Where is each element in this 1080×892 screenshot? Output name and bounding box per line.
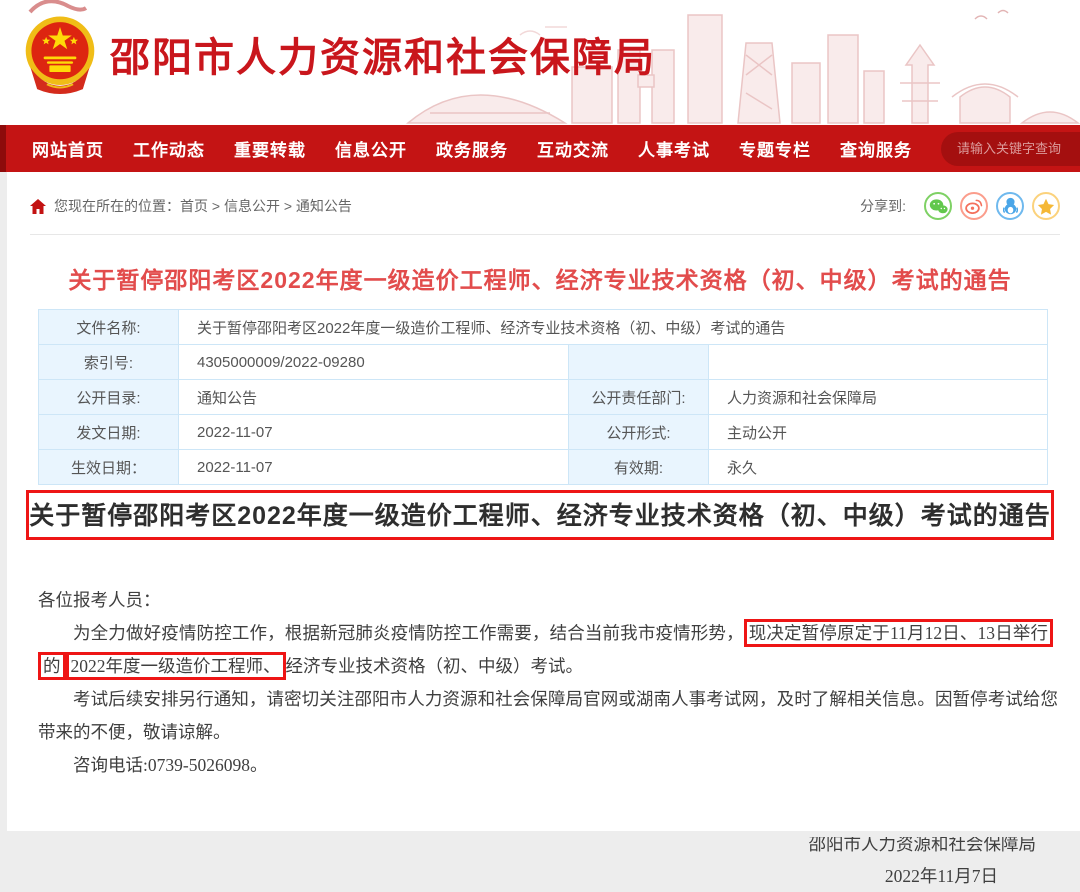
meta-label: 有效期: [569, 450, 709, 485]
document-body: 各位报考人员： 为全力做好疫情防控工作，根据新冠肺炎疫情防控工作需要，结合当前我… [38, 584, 1058, 892]
meta-value: 2022-11-07 [179, 415, 569, 450]
signature-block: 邵阳市人力资源和社会保障局 2022年11月7日 [38, 828, 1058, 892]
share-wechat-icon[interactable] [924, 192, 952, 220]
nav-item-query[interactable]: 查询服务 [840, 136, 912, 161]
breadcrumb[interactable]: 您现在所在的位置：首页 > 信息公开 > 通知公告 [54, 196, 352, 216]
meta-label: 公开目录: [39, 380, 179, 415]
table-row: 文件名称: 关于暂停邵阳考区2022年度一级造价工程师、经济专业技术资格（初、中… [39, 310, 1048, 345]
page-edge-bottom [0, 831, 1080, 837]
paragraph-1: 为全力做好疫情防控工作，根据新冠肺炎疫情防控工作需要，结合当前我市疫情形势，现决… [38, 617, 1058, 683]
share-qq-icon[interactable] [996, 192, 1024, 220]
meta-value: 人力资源和社会保障局 [709, 380, 1048, 415]
meta-label: 文件名称: [39, 310, 179, 345]
nav-item-home[interactable]: 网站首页 [32, 136, 104, 161]
breadcrumb-row: 您现在所在的位置：首页 > 信息公开 > 通知公告 分享到: [0, 172, 1080, 220]
salutation: 各位报考人员： [38, 584, 1058, 617]
meta-value: 主动公开 [709, 415, 1048, 450]
meta-value: 2022-11-07 [179, 450, 569, 485]
paragraph-1-text: 为全力做好疫情防控工作，根据新冠肺炎疫情防控工作需要，结合当前我市疫情形势， [73, 623, 744, 643]
site-header: 邵阳市人力资源和社会保障局 [0, 0, 1080, 125]
nav-item-news[interactable]: 工作动态 [133, 136, 205, 161]
meta-value: 永久 [709, 450, 1048, 485]
share-qzone-icon[interactable] [1032, 192, 1060, 220]
national-emblem-logo [22, 14, 98, 94]
nav-item-special[interactable]: 专题专栏 [739, 136, 811, 161]
home-icon [30, 199, 46, 214]
document-title-highlighted: 关于暂停邵阳考区2022年度一级造价工程师、经济专业技术资格（初、中级）考试的通… [26, 490, 1054, 540]
highlight-box-2: 2022年度一级造价工程师、 [66, 652, 286, 680]
table-row: 索引号: 4305000009/2022-09280 [39, 345, 1048, 380]
meta-label: 生效日期： [39, 450, 179, 485]
nav-item-repost[interactable]: 重要转载 [234, 136, 306, 161]
paragraph-2: 考试后续安排另行通知，请密切关注邵阳市人力资源和社会保障局官网或湖南人事考试网，… [38, 683, 1058, 749]
site-title: 邵阳市人力资源和社会保障局 [110, 25, 656, 83]
share-label: 分享到: [860, 196, 906, 216]
nav-item-info[interactable]: 信息公开 [335, 136, 407, 161]
meta-value-empty [709, 345, 1048, 380]
nav-item-interact[interactable]: 互动交流 [537, 136, 609, 161]
page-edge-left [0, 172, 7, 837]
meta-label: 公开形式: [569, 415, 709, 450]
table-row: 生效日期： 2022-11-07 有效期: 永久 [39, 450, 1048, 485]
signature-date: 2022年11月7日 [38, 860, 1058, 892]
search-input[interactable] [957, 141, 1080, 156]
nav-item-exam[interactable]: 人事考试 [638, 136, 710, 161]
share-area: 分享到: [860, 192, 1060, 220]
meta-value: 关于暂停邵阳考区2022年度一级造价工程师、经济专业技术资格（初、中级）考试的通… [179, 310, 1048, 345]
share-weibo-icon[interactable] [960, 192, 988, 220]
nav-item-service[interactable]: 政务服务 [436, 136, 508, 161]
table-row: 发文日期: 2022-11-07 公开形式: 主动公开 [39, 415, 1048, 450]
table-row: 公开目录: 通知公告 公开责任部门: 人力资源和社会保障局 [39, 380, 1048, 415]
meta-label: 索引号: [39, 345, 179, 380]
meta-label: 发文日期: [39, 415, 179, 450]
main-nav: 网站首页 工作动态 重要转载 信息公开 政务服务 互动交流 人事考试 专题专栏 … [0, 125, 1080, 172]
article-title: 关于暂停邵阳考区2022年度一级造价工程师、经济专业技术资格（初、中级）考试的通… [0, 261, 1080, 295]
paragraph-1-tail: 经济专业技术资格（初、中级）考试。 [286, 656, 584, 676]
paragraph-3: 咨询电话:0739-5026098。 [38, 749, 1058, 782]
document-meta-table: 文件名称: 关于暂停邵阳考区2022年度一级造价工程师、经济专业技术资格（初、中… [38, 309, 1048, 485]
meta-value: 4305000009/2022-09280 [179, 345, 569, 380]
meta-label-empty [569, 345, 709, 380]
search-box[interactable] [941, 132, 1080, 166]
meta-value: 通知公告 [179, 380, 569, 415]
divider [30, 234, 1060, 235]
page: 邵阳市人力资源和社会保障局 网站首页 工作动态 重要转载 信息公开 政务服务 互… [0, 0, 1080, 837]
meta-label: 公开责任部门: [569, 380, 709, 415]
